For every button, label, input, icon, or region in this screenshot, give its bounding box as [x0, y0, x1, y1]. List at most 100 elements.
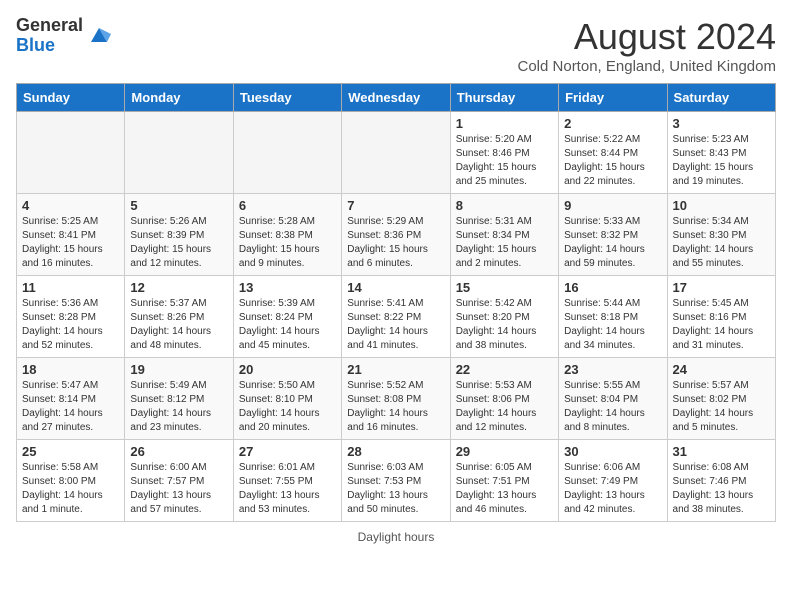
footer: Daylight hours	[16, 530, 776, 544]
day-cell	[233, 112, 341, 194]
day-number: 6	[239, 198, 336, 213]
day-info: Sunrise: 5:36 AM Sunset: 8:28 PM Dayligh…	[22, 297, 119, 353]
day-cell: 12Sunrise: 5:37 AM Sunset: 8:26 PM Dayli…	[125, 276, 233, 358]
day-number: 20	[239, 362, 336, 377]
calendar-table: SundayMondayTuesdayWednesdayThursdayFrid…	[16, 83, 776, 522]
column-header-tuesday: Tuesday	[233, 84, 341, 112]
day-number: 31	[673, 444, 770, 459]
day-info: Sunrise: 5:44 AM Sunset: 8:18 PM Dayligh…	[564, 297, 661, 353]
day-cell: 11 Sunrise: 5:36 AM Sunset: 8:28 PM Dayli…	[17, 276, 125, 358]
daylight-label: Daylight hours	[358, 530, 435, 544]
day-cell: 21 Sunrise: 5:52 AM Sunset: 8:08 PM Dayli…	[342, 358, 450, 440]
logo: General Blue	[16, 16, 111, 56]
day-cell: 24 Sunrise: 5:57 AM Sunset: 8:02 PM Dayli…	[667, 358, 775, 440]
day-cell: 1 Sunrise: 5:20 AM Sunset: 8:46 PM Daylig…	[450, 112, 558, 194]
logo-general: General	[16, 16, 83, 36]
day-cell: 14 Sunrise: 5:41 AM Sunset: 8:22 PM Dayli…	[342, 276, 450, 358]
day-number: 11	[22, 280, 119, 295]
day-info: Sunrise: 6:03 AM Sunset: 7:53 PM Dayligh…	[347, 461, 444, 517]
day-cell: 17 Sunrise: 5:45 AM Sunset: 8:16 PM Dayli…	[667, 276, 775, 358]
day-info: Sunrise: 5:25 AM Sunset: 8:41 PM Dayligh…	[22, 215, 119, 271]
day-number: 15	[456, 280, 553, 295]
day-cell: 23 Sunrise: 5:55 AM Sunset: 8:04 PM Dayli…	[559, 358, 667, 440]
column-header-saturday: Saturday	[667, 84, 775, 112]
day-cell	[125, 112, 233, 194]
day-number: 24	[673, 362, 770, 377]
day-info: Sunrise: 5:50 AM Sunset: 8:10 PM Dayligh…	[239, 379, 336, 435]
day-number: 2	[564, 116, 661, 131]
day-number: 26	[130, 444, 227, 459]
day-cell: 4 Sunrise: 5:25 AM Sunset: 8:41 PM Daylig…	[17, 194, 125, 276]
day-cell: 19 Sunrise: 5:49 AM Sunset: 8:12 PM Dayli…	[125, 358, 233, 440]
day-number: 1	[456, 116, 553, 131]
week-row-2: 4 Sunrise: 5:25 AM Sunset: 8:41 PM Daylig…	[17, 194, 776, 276]
day-number: 9	[564, 198, 661, 213]
day-info: Sunrise: 5:57 AM Sunset: 8:02 PM Dayligh…	[673, 379, 770, 435]
day-number: 21	[347, 362, 444, 377]
day-number: 14	[347, 280, 444, 295]
day-info: Sunrise: 5:45 AM Sunset: 8:16 PM Dayligh…	[673, 297, 770, 353]
day-number: 17	[673, 280, 770, 295]
week-row-5: 25 Sunrise: 5:58 AM Sunset: 8:00 PM Dayli…	[17, 440, 776, 522]
day-info: Sunrise: 6:00 AM Sunset: 7:57 PM Dayligh…	[130, 461, 227, 517]
day-cell: 16Sunrise: 5:44 AM Sunset: 8:18 PM Dayli…	[559, 276, 667, 358]
week-row-1: 1 Sunrise: 5:20 AM Sunset: 8:46 PM Daylig…	[17, 112, 776, 194]
day-info: Sunrise: 5:41 AM Sunset: 8:22 PM Dayligh…	[347, 297, 444, 353]
day-cell: 28 Sunrise: 6:03 AM Sunset: 7:53 PM Dayli…	[342, 440, 450, 522]
day-info: Sunrise: 5:37 AM Sunset: 8:26 PM Dayligh…	[130, 297, 227, 353]
day-info: Sunrise: 5:26 AM Sunset: 8:39 PM Dayligh…	[130, 215, 227, 271]
week-row-4: 18 Sunrise: 5:47 AM Sunset: 8:14 PM Dayli…	[17, 358, 776, 440]
day-number: 13	[239, 280, 336, 295]
month-year: August 2024	[518, 16, 777, 58]
day-number: 27	[239, 444, 336, 459]
logo-blue: Blue	[16, 36, 83, 56]
day-cell: 10Sunrise: 5:34 AM Sunset: 8:30 PM Dayli…	[667, 194, 775, 276]
day-number: 30	[564, 444, 661, 459]
day-number: 23	[564, 362, 661, 377]
day-info: Sunrise: 5:22 AM Sunset: 8:44 PM Dayligh…	[564, 133, 661, 189]
day-cell: 22Sunrise: 5:53 AM Sunset: 8:06 PM Dayli…	[450, 358, 558, 440]
day-info: Sunrise: 5:23 AM Sunset: 8:43 PM Dayligh…	[673, 133, 770, 189]
day-info: Sunrise: 5:55 AM Sunset: 8:04 PM Dayligh…	[564, 379, 661, 435]
day-cell: 31Sunrise: 6:08 AM Sunset: 7:46 PM Dayli…	[667, 440, 775, 522]
column-header-monday: Monday	[125, 84, 233, 112]
day-cell: 7Sunrise: 5:29 AM Sunset: 8:36 PM Daylig…	[342, 194, 450, 276]
day-cell	[342, 112, 450, 194]
day-cell: 20 Sunrise: 5:50 AM Sunset: 8:10 PM Dayli…	[233, 358, 341, 440]
day-cell: 6 Sunrise: 5:28 AM Sunset: 8:38 PM Daylig…	[233, 194, 341, 276]
header: General Blue August 2024 Cold Norton, En…	[16, 16, 776, 75]
day-info: Sunrise: 5:58 AM Sunset: 8:00 PM Dayligh…	[22, 461, 119, 517]
location: Cold Norton, England, United Kingdom	[518, 58, 777, 75]
day-cell: 26 Sunrise: 6:00 AM Sunset: 7:57 PM Dayli…	[125, 440, 233, 522]
column-header-thursday: Thursday	[450, 84, 558, 112]
day-number: 8	[456, 198, 553, 213]
day-cell: 2 Sunrise: 5:22 AM Sunset: 8:44 PM Daylig…	[559, 112, 667, 194]
day-number: 4	[22, 198, 119, 213]
day-cell: 13 Sunrise: 5:39 AM Sunset: 8:24 PM Dayli…	[233, 276, 341, 358]
day-cell: 29 Sunrise: 6:05 AM Sunset: 7:51 PM Dayli…	[450, 440, 558, 522]
day-info: Sunrise: 5:28 AM Sunset: 8:38 PM Dayligh…	[239, 215, 336, 271]
day-info: Sunrise: 6:05 AM Sunset: 7:51 PM Dayligh…	[456, 461, 553, 517]
day-info: Sunrise: 5:49 AM Sunset: 8:12 PM Dayligh…	[130, 379, 227, 435]
day-info: Sunrise: 5:39 AM Sunset: 8:24 PM Dayligh…	[239, 297, 336, 353]
column-header-sunday: Sunday	[17, 84, 125, 112]
day-number: 25	[22, 444, 119, 459]
day-number: 29	[456, 444, 553, 459]
column-header-wednesday: Wednesday	[342, 84, 450, 112]
day-cell: 27Sunrise: 6:01 AM Sunset: 7:55 PM Dayli…	[233, 440, 341, 522]
day-info: Sunrise: 5:47 AM Sunset: 8:14 PM Dayligh…	[22, 379, 119, 435]
day-cell: 25 Sunrise: 5:58 AM Sunset: 8:00 PM Dayli…	[17, 440, 125, 522]
day-number: 19	[130, 362, 227, 377]
day-info: Sunrise: 5:42 AM Sunset: 8:20 PM Dayligh…	[456, 297, 553, 353]
day-info: Sunrise: 5:53 AM Sunset: 8:06 PM Dayligh…	[456, 379, 553, 435]
day-number: 18	[22, 362, 119, 377]
day-info: Sunrise: 5:29 AM Sunset: 8:36 PM Dayligh…	[347, 215, 444, 271]
day-info: Sunrise: 5:52 AM Sunset: 8:08 PM Dayligh…	[347, 379, 444, 435]
day-number: 28	[347, 444, 444, 459]
day-info: Sunrise: 5:20 AM Sunset: 8:46 PM Dayligh…	[456, 133, 553, 189]
day-cell: 30Sunrise: 6:06 AM Sunset: 7:49 PM Dayli…	[559, 440, 667, 522]
header-row: SundayMondayTuesdayWednesdayThursdayFrid…	[17, 84, 776, 112]
title-block: August 2024 Cold Norton, England, United…	[518, 16, 777, 75]
day-cell: 5Sunrise: 5:26 AM Sunset: 8:39 PM Daylig…	[125, 194, 233, 276]
column-header-friday: Friday	[559, 84, 667, 112]
